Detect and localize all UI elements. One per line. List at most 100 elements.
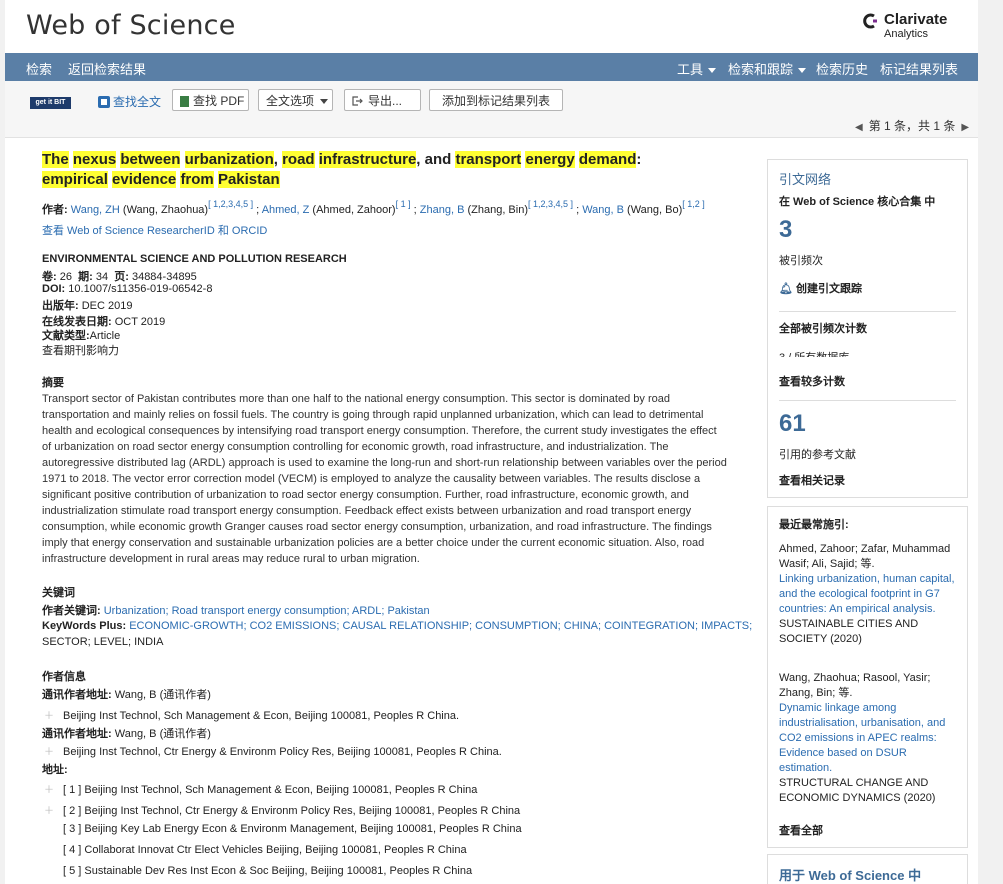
create-alert-link[interactable]: 🔔︎ 创建引文跟踪 bbox=[779, 280, 862, 296]
corr2-address-row: ＋ Beijing Inst Technol, Ctr Energy & Envi… bbox=[44, 743, 502, 758]
issue-value: 34 bbox=[95, 271, 109, 283]
address-2-text: [ 2 ] Beijing Inst Technol, Ctr Energy &… bbox=[63, 805, 521, 817]
recent-item-1-title[interactable]: Linking urbanization, human capital, and… bbox=[779, 572, 959, 617]
keywords-plus-label: KeyWords Plus: bbox=[42, 620, 127, 632]
find-pdf-label: 查找 PDF bbox=[193, 94, 245, 108]
title-word: between bbox=[120, 151, 181, 168]
nav-back-results[interactable]: 返回检索结果 bbox=[68, 59, 146, 78]
bell-icon: 🔔︎ bbox=[779, 283, 793, 295]
doi-label: DOI: bbox=[42, 283, 66, 295]
pdf-icon bbox=[180, 96, 189, 107]
address-1: ＋ [ 1 ] Beijing Inst Technol, Sch Managem… bbox=[44, 781, 477, 796]
pager-text: 第 1 条，共 1 条 bbox=[868, 119, 956, 133]
authors-label: 作者: bbox=[42, 204, 68, 216]
nav-search-history[interactable]: 检索历史 bbox=[816, 59, 868, 78]
times-cited-count[interactable]: 3 bbox=[779, 216, 792, 244]
keywords-plus-line2[interactable]: SECTOR; LEVEL; INDIA bbox=[42, 636, 163, 648]
title-word: road bbox=[282, 151, 315, 168]
expand-icon[interactable]: ＋ bbox=[44, 707, 54, 722]
author-link[interactable]: Wang, ZH bbox=[71, 204, 120, 216]
expand-icon[interactable]: ＋ bbox=[44, 743, 54, 758]
top-nav: 检索 返回检索结果 工具 检索和跟踪 检索历史 标记结果列表 bbox=[5, 53, 978, 81]
citation-network-panel: 引文网络 在 Web of Science 核心合集 中 3 被引频次 🔔︎ 创建… bbox=[767, 159, 968, 498]
doctype-label: 文献类型: bbox=[42, 330, 90, 342]
doctype-row: 文献类型:Article bbox=[42, 327, 120, 343]
nav-tools[interactable]: 工具 bbox=[677, 59, 717, 78]
references-count[interactable]: 61 bbox=[779, 410, 806, 438]
researcher-link[interactable]: 查看 Web of Science ResearcherID 和 ORCID bbox=[42, 222, 267, 238]
prev-record-icon[interactable]: ◀ bbox=[855, 122, 863, 133]
author-link[interactable]: Wang, B bbox=[582, 204, 624, 216]
next-record-icon[interactable]: ▶ bbox=[961, 122, 969, 133]
getit-button[interactable]: get it BIT bbox=[30, 97, 71, 109]
title-sep bbox=[180, 151, 184, 168]
nav-marked-list[interactable]: 标记结果列表 bbox=[880, 59, 958, 78]
recent-citing-panel: 最近最常施引: Ahmed, Zahoor; Zafar, Muhammad W… bbox=[767, 506, 968, 848]
author-info-heading: 作者信息 bbox=[42, 671, 86, 683]
author-affiliation-ref[interactable]: [ 1,2 ] bbox=[682, 199, 705, 209]
export-label: 导出... bbox=[368, 94, 403, 108]
find-fulltext-link[interactable]: 查找全文 bbox=[98, 93, 161, 110]
volume-row: 卷: 26 期: 34 页: 34884-34895 bbox=[42, 268, 197, 284]
author-keywords-label: 作者关键词: bbox=[42, 605, 101, 617]
address-2: ＋ [ 2 ] Beijing Inst Technol, Ctr Energy … bbox=[44, 802, 520, 817]
recent-heading: 最近最常施引: bbox=[779, 519, 849, 531]
nav-search[interactable]: 检索 bbox=[26, 59, 52, 78]
author-link[interactable]: Zhang, B bbox=[420, 204, 465, 216]
title-word: Pakistan bbox=[217, 171, 280, 188]
recent-item-2-title[interactable]: Dynamic linkage among industrialisation,… bbox=[779, 701, 959, 776]
wos-logo[interactable]: Web of Science bbox=[26, 10, 236, 41]
issue-label: 期: bbox=[78, 271, 93, 283]
divider bbox=[779, 400, 956, 401]
title-word: nexus bbox=[72, 151, 117, 168]
export-button[interactable]: 导出... bbox=[344, 89, 421, 111]
corr1-label: 通讯作者地址: bbox=[42, 689, 112, 701]
add-to-marked-button[interactable]: 添加到标记结果列表 bbox=[429, 89, 563, 111]
address-5: [ 5 ] Sustainable Dev Res Inst Econ & So… bbox=[63, 865, 473, 877]
view-all-link[interactable]: 查看全部 bbox=[779, 822, 823, 838]
author-fullname: (Zhang, Bin) bbox=[464, 204, 528, 216]
corr2-row: 通讯作者地址: Wang, B (通讯作者) bbox=[42, 725, 211, 741]
volume-label: 卷: bbox=[42, 271, 57, 283]
expand-icon[interactable]: ＋ bbox=[44, 781, 54, 796]
recent-item-1-source: SUSTAINABLE CITIES AND SOCIETY (2020) bbox=[779, 618, 919, 645]
use-in-wos-panel: 用于 Web of Science 中 bbox=[767, 854, 968, 884]
corr1-value: Wang, B (通讯作者) bbox=[114, 689, 211, 701]
corr1-address-row: ＋ Beijing Inst Technol, Sch Management & … bbox=[44, 707, 459, 722]
related-records-link[interactable]: 查看相关记录 bbox=[779, 472, 845, 488]
online-value: OCT 2019 bbox=[114, 316, 166, 328]
clarivate-mark-icon bbox=[863, 13, 877, 29]
title-word: transport bbox=[455, 151, 522, 168]
fulltext-options-select[interactable]: 全文选项 bbox=[258, 89, 333, 111]
author-link[interactable]: Ahmed, Z bbox=[262, 204, 310, 216]
nav-search-alerts[interactable]: 检索和跟踪 bbox=[728, 59, 807, 78]
author-keywords[interactable]: Urbanization; Road transport energy cons… bbox=[104, 605, 430, 617]
nav-search-alerts-label: 检索和跟踪 bbox=[728, 62, 794, 77]
expand-icon[interactable]: ＋ bbox=[44, 802, 54, 817]
keywords-plus-line1[interactable]: ECONOMIC-GROWTH; CO2 EMISSIONS; CAUSAL R… bbox=[129, 620, 752, 632]
title-word: evidence bbox=[112, 171, 177, 188]
fulltext-icon bbox=[98, 96, 110, 108]
recent-item-2-authors: Wang, Zhaohua; Rasool, Yasir; Zhang, Bin… bbox=[779, 672, 931, 699]
doi-row: DOI: 10.1007/s11356-019-06542-8 bbox=[42, 283, 212, 295]
use-in-wos-heading: 用于 Web of Science 中 bbox=[779, 868, 922, 883]
author-fullname: (Wang, Zhaohua) bbox=[119, 204, 209, 216]
chevron-down-icon bbox=[320, 99, 329, 105]
author-affiliation-ref[interactable]: [ 1,2,3,4,5 ] bbox=[528, 199, 573, 209]
more-counts-link[interactable]: 查看较多计数 bbox=[779, 373, 845, 389]
corr1-row: 通讯作者地址: Wang, B (通讯作者) bbox=[42, 686, 211, 702]
title-word: The bbox=[42, 151, 69, 168]
clarivate-logo[interactable]: Clarivate Analytics bbox=[863, 10, 973, 42]
journal-name: ENVIRONMENTAL SCIENCE AND POLLUTION RESE… bbox=[42, 253, 347, 265]
corr2-value: Wang, B (通讯作者) bbox=[114, 728, 211, 740]
author-fullname: (Ahmed, Zahoor) bbox=[309, 204, 396, 216]
authors-row: 作者: Wang, ZH (Wang, Zhaohua)[ 1,2,3,4,5 … bbox=[42, 199, 705, 217]
author-affiliation-ref[interactable]: [ 1,2,3,4,5 ] bbox=[208, 199, 253, 209]
title-sep: , bbox=[273, 151, 283, 168]
journal-impact-link[interactable]: 查看期刊影响力 bbox=[42, 342, 119, 358]
find-pdf-button[interactable]: 查找 PDF bbox=[172, 89, 249, 111]
export-icon bbox=[352, 96, 363, 106]
author-affiliation-ref[interactable]: [ 1 ] bbox=[396, 199, 411, 209]
recent-item-2: Wang, Zhaohua; Rasool, Yasir; Zhang, Bin… bbox=[779, 671, 959, 806]
corr2-label: 通讯作者地址: bbox=[42, 728, 112, 740]
